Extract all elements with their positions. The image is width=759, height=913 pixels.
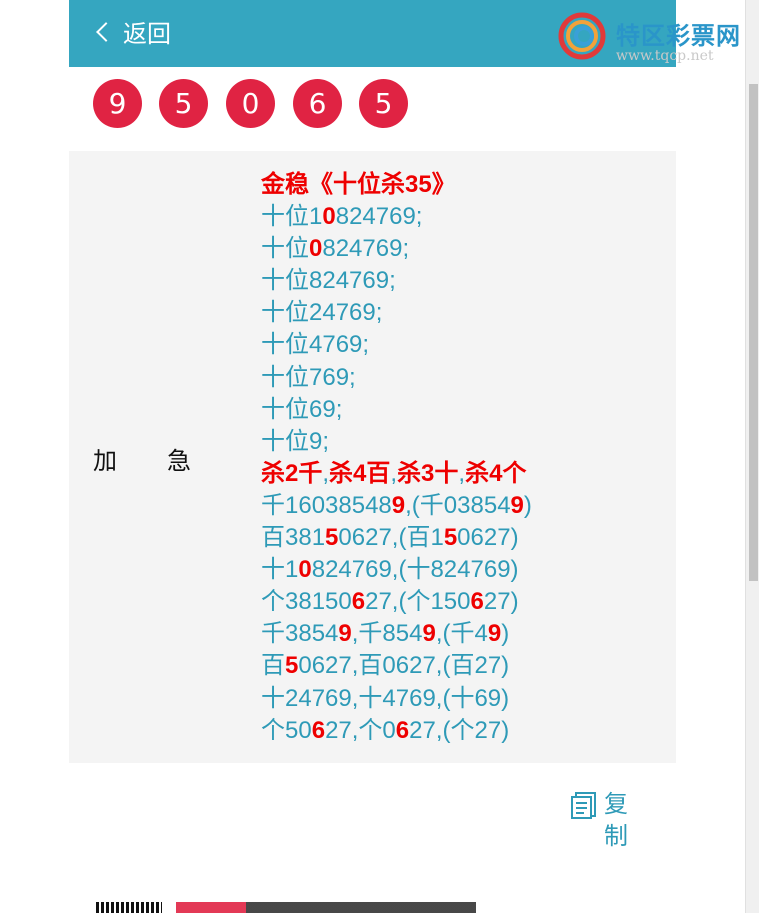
line-text: 0627,(百1 <box>338 524 444 552</box>
copy-label: 复制 <box>604 790 628 850</box>
line-text: 百 <box>261 652 285 680</box>
prediction-line: 十位24769; <box>261 297 532 329</box>
highlight-text: 9 <box>487 620 502 648</box>
line-text: 824769; <box>322 235 410 263</box>
next-section-peek <box>96 902 476 913</box>
highlight-text: 杀4百 <box>329 459 391 487</box>
line-text: 百381 <box>261 524 326 552</box>
line-text: 十位 <box>261 235 309 263</box>
line-text: 27,个0 <box>325 716 396 744</box>
line-text: 十位1 <box>261 203 323 231</box>
prediction-line: 百38150627,(百150627) <box>261 522 532 554</box>
panel-label: 加急 <box>93 441 191 476</box>
number-ball: 6 <box>293 79 342 128</box>
line-text: ,(千03854 <box>405 491 511 519</box>
prediction-panel: 加急 金稳《十位杀35》 十位10824769; 十位0824769; 十位82476… <box>69 151 676 763</box>
line-text: 0627) <box>457 524 519 552</box>
number-ball: 5 <box>359 79 408 128</box>
line-text: 十位69; <box>261 395 343 423</box>
brand-title: 特区彩票网 <box>616 22 741 50</box>
highlight-text: 5 <box>285 652 299 680</box>
chevron-left-icon <box>96 22 116 42</box>
line-text: ) <box>501 620 510 648</box>
line-text: 0627,百0627,(百27) <box>298 652 510 680</box>
prediction-line: 个50627,个0627,(个27) <box>261 715 532 747</box>
prediction-line: 十位9; <box>261 426 532 458</box>
prediction-line: 十位824769; <box>261 265 532 297</box>
highlight-text: 金稳《十位杀35》 <box>261 171 456 198</box>
line-text: 824769; <box>335 203 423 231</box>
section-title-cut <box>176 902 476 913</box>
line-text: 十位24769; <box>261 299 383 327</box>
highlight-text: 9 <box>422 620 436 648</box>
panel-label-char: 加 <box>93 447 117 475</box>
line-text: 十1 <box>261 556 299 584</box>
copy-icon <box>571 792 596 819</box>
back-button[interactable]: 返回 <box>89 10 189 58</box>
highlight-text: 杀4个 <box>465 459 527 487</box>
highlight-text: 6 <box>311 716 326 744</box>
highlight-text: 6 <box>395 716 410 744</box>
prediction-line: 杀2千,杀4百,杀3十,杀4个 <box>261 458 532 490</box>
line-text: ) <box>523 491 532 519</box>
line-text: 824769,(十824769) <box>311 556 519 584</box>
highlight-text: 杀3十 <box>397 459 459 487</box>
highlight-text: 0 <box>309 235 323 263</box>
panel-label-char: 急 <box>167 447 191 475</box>
prediction-line: 十10824769,(十824769) <box>261 554 532 586</box>
prediction-title: 金稳《十位杀35》 <box>261 169 532 201</box>
highlight-text: 6 <box>351 588 366 616</box>
number-ball: 5 <box>159 79 208 128</box>
logo-icon <box>558 12 606 60</box>
highlight-text: 9 <box>391 491 406 519</box>
line-text: 十位9; <box>261 427 330 455</box>
highlight-text: 0 <box>322 203 336 231</box>
number-ball: 9 <box>93 79 142 128</box>
prediction-line: 个38150627,(个150627) <box>261 586 532 618</box>
scrollbar-thumb[interactable] <box>749 84 758 581</box>
prediction-line: 千160385489,(千038549) <box>261 490 532 522</box>
line-text: ,千854 <box>351 620 423 648</box>
line-text: 十24769,十4769,(十69) <box>261 684 510 712</box>
scrollbar[interactable] <box>745 0 759 913</box>
prediction-lines: 金稳《十位杀35》 十位10824769; 十位0824769; 十位824769; 十… <box>261 169 532 747</box>
line-text: 27) <box>483 588 519 616</box>
highlight-text: 0 <box>298 556 312 584</box>
line-text: 27,(个27) <box>409 716 510 744</box>
line-text: 十位4769; <box>261 331 370 359</box>
line-text: 十位824769; <box>261 267 396 295</box>
highlight-text: 5 <box>325 524 339 552</box>
highlight-text: 9 <box>338 620 352 648</box>
line-text: 个50 <box>261 716 312 744</box>
prediction-line: 十位69; <box>261 394 532 426</box>
line-text: 27,(个150 <box>365 588 471 616</box>
prediction-line: 千38549,千8549,(千49) <box>261 618 532 650</box>
prediction-line: 十24769,十4769,(十69) <box>261 683 532 715</box>
line-text: 千16038548 <box>261 491 392 519</box>
highlight-text: 9 <box>510 491 524 519</box>
number-ball: 0 <box>226 79 275 128</box>
brand-url: www.tqcp.net <box>616 48 714 64</box>
page: 返回 特区彩票网 www.tqcp.net 9 5 0 6 5 加急 金稳《十位… <box>0 0 759 913</box>
site-logo[interactable]: 特区彩票网 www.tqcp.net <box>558 6 758 66</box>
highlight-text: 5 <box>443 524 458 552</box>
prediction-line: 十位0824769; <box>261 233 532 265</box>
back-label: 返回 <box>123 20 171 48</box>
prediction-line: 十位769; <box>261 362 532 394</box>
line-text: ,(千4 <box>435 620 488 648</box>
prediction-line: 十位4769; <box>261 329 532 361</box>
highlight-text: 杀2千 <box>261 459 323 487</box>
prediction-line: 百50627,百0627,(百27) <box>261 650 532 682</box>
line-text: 十位769; <box>261 363 356 391</box>
section-icon <box>96 902 162 913</box>
prediction-line: 十位10824769; <box>261 201 532 233</box>
highlight-text: 6 <box>470 588 484 616</box>
line-text: 个38150 <box>261 588 352 616</box>
line-text: 千3854 <box>261 620 339 648</box>
